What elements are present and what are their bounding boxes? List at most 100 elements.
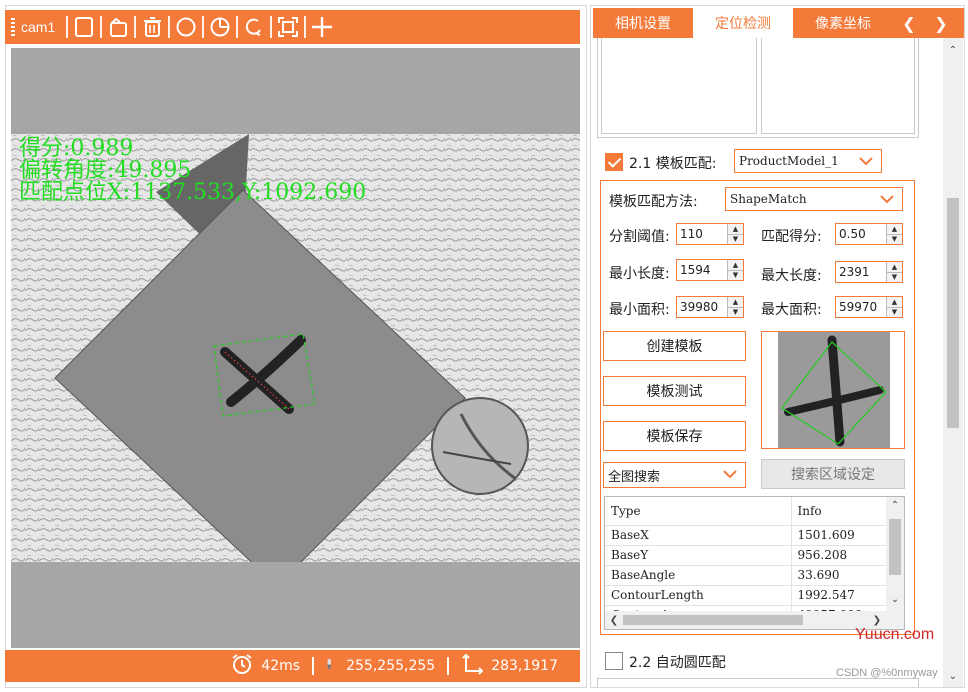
template-info-table: Type Info BaseX 1501.609 BaseY 956.208 Bas… bbox=[604, 496, 905, 630]
trash-icon[interactable] bbox=[139, 14, 165, 40]
stepper-up-icon[interactable]: ▲ bbox=[887, 297, 902, 308]
table-cell-info: 1501.609 bbox=[791, 525, 887, 546]
test-template-button[interactable]: 模板测试 bbox=[603, 376, 746, 406]
min-length-label: 最小长度: bbox=[609, 266, 670, 282]
rotate-reset-icon[interactable] bbox=[241, 14, 267, 40]
camera-name: cam1 bbox=[21, 19, 56, 35]
tab-scroll-right-icon[interactable]: ❯ bbox=[925, 8, 957, 38]
settings-scroll-area: 2.1 模板匹配: ProductModel_1 模板匹配方法: ShapeMa… bbox=[593, 38, 941, 687]
scroll-down-icon[interactable]: ⌄ bbox=[945, 668, 961, 684]
toolbar-separator bbox=[270, 16, 273, 38]
search-mode-select[interactable]: 全图搜索 bbox=[603, 462, 746, 488]
sector-icon[interactable] bbox=[207, 14, 233, 40]
max-length-value: 2391 bbox=[839, 265, 870, 279]
stepper-down-icon[interactable]: ▼ bbox=[728, 270, 743, 280]
stepper-down-icon[interactable]: ▼ bbox=[887, 234, 902, 244]
table-cell-info: 956.208 bbox=[791, 545, 887, 566]
table-header-row: Type Info bbox=[605, 497, 887, 526]
stepper-up-icon[interactable]: ▲ bbox=[728, 260, 743, 271]
circle-match-label: 2.2 自动圆匹配 bbox=[629, 655, 726, 671]
table-header-type: Type bbox=[605, 497, 792, 526]
stepper-down-icon[interactable]: ▼ bbox=[728, 307, 743, 317]
create-template-button[interactable]: 创建模板 bbox=[603, 331, 746, 361]
match-result-overlay: 得分:0.989 偏转角度:49.895 匹配点位X:1137.533,Y:1092… bbox=[19, 138, 366, 204]
settings-vertical-scrollbar[interactable]: ⌃ ⌄ bbox=[943, 38, 963, 687]
table-row[interactable]: BaseAngle 33.690 bbox=[605, 565, 887, 586]
crosshair-icon[interactable] bbox=[309, 14, 335, 40]
chevron-down-icon bbox=[880, 195, 894, 204]
rectangle-icon[interactable] bbox=[71, 14, 97, 40]
rotated-rectangle-icon[interactable] bbox=[105, 14, 131, 40]
match-score-stepper[interactable]: 0.50 ▲ ▼ bbox=[835, 223, 903, 245]
table-cell-type: ContourLength bbox=[605, 585, 792, 606]
model-select[interactable]: ProductModel_1 bbox=[734, 149, 882, 173]
save-template-button[interactable]: 模板保存 bbox=[603, 421, 746, 451]
table-vertical-scrollbar[interactable]: ⌃ ⌄ bbox=[886, 497, 904, 611]
stepper-up-icon[interactable]: ▲ bbox=[887, 224, 902, 235]
toolbar-separator bbox=[304, 16, 307, 38]
toolbar-separator bbox=[134, 16, 137, 38]
scroll-up-icon[interactable]: ⌃ bbox=[887, 497, 903, 513]
tab-camera-settings[interactable]: 相机设置 bbox=[593, 8, 693, 38]
match-score-value: 0.50 bbox=[839, 227, 866, 241]
overlay-angle: 偏转角度:49.895 bbox=[19, 158, 192, 183]
credit-watermark: CSDN @%0nmyway bbox=[836, 667, 938, 679]
chevron-down-icon bbox=[723, 470, 737, 479]
camera-viewport[interactable]: 得分:0.989 偏转角度:49.895 匹配点位X:1137.533,Y:1092… bbox=[11, 48, 580, 648]
table-cell-type: BaseY bbox=[605, 545, 792, 566]
scroll-up-icon[interactable]: ⌃ bbox=[945, 42, 961, 58]
max-area-label: 最大面积: bbox=[761, 302, 822, 318]
max-area-stepper[interactable]: 59970 ▲ ▼ bbox=[835, 296, 903, 318]
min-length-stepper[interactable]: 1594 ▲ ▼ bbox=[676, 259, 744, 281]
stepper-up-icon[interactable]: ▲ bbox=[728, 297, 743, 308]
toolbar-separator bbox=[100, 16, 103, 38]
site-watermark: Yuucn.com bbox=[855, 626, 935, 643]
scroll-down-icon[interactable]: ⌄ bbox=[887, 591, 903, 607]
table-row[interactable]: BaseY 956.208 bbox=[605, 545, 887, 566]
match-score-label: 匹配得分: bbox=[761, 229, 822, 245]
alarm-clock-icon bbox=[231, 653, 253, 679]
grayscale-icon bbox=[326, 653, 338, 679]
max-length-stepper[interactable]: 2391 ▲ ▼ bbox=[835, 261, 903, 283]
circle-match-checkbox[interactable] bbox=[605, 652, 623, 670]
tab-positioning[interactable]: 定位检测 bbox=[693, 8, 793, 38]
tab-scroll-left-icon[interactable]: ❮ bbox=[893, 8, 925, 38]
stepper-down-icon[interactable]: ▼ bbox=[887, 307, 902, 317]
toolbar-grip[interactable] bbox=[11, 18, 15, 36]
method-select-value: ShapeMatch bbox=[730, 192, 807, 206]
search-region-button[interactable]: 搜索区域设定 bbox=[761, 459, 905, 489]
table-header-info: Info bbox=[791, 497, 887, 526]
fit-screen-icon[interactable] bbox=[275, 14, 301, 40]
overlay-score: 得分:0.989 bbox=[19, 136, 134, 161]
stepper-up-icon[interactable]: ▲ bbox=[887, 262, 902, 273]
stepper-down-icon[interactable]: ▼ bbox=[728, 234, 743, 244]
table-vscroll-thumb[interactable] bbox=[889, 519, 901, 575]
toolbar-separator bbox=[202, 16, 205, 38]
method-select[interactable]: ShapeMatch bbox=[725, 187, 903, 211]
template-preview bbox=[761, 331, 905, 449]
status-rgb: 255,255,255 bbox=[346, 658, 436, 674]
camera-status-bar: 42ms 255,255,255 283,1917 bbox=[5, 650, 580, 682]
settings-panel: 相机设置 定位检测 像素坐标 ❮ ❯ 2.1 模板匹配: ProductMode… bbox=[590, 5, 965, 688]
camera-toolbar: cam1 bbox=[5, 10, 580, 44]
scroll-left-icon[interactable]: ❮ bbox=[606, 612, 622, 628]
stepper-down-icon[interactable]: ▼ bbox=[887, 272, 902, 282]
settings-vscroll-thumb[interactable] bbox=[947, 198, 959, 428]
image-slot-1[interactable] bbox=[601, 38, 757, 134]
template-match-label: 2.1 模板匹配: bbox=[629, 156, 717, 172]
min-area-stepper[interactable]: 39980 ▲ ▼ bbox=[676, 296, 744, 318]
threshold-stepper[interactable]: 110 ▲ ▼ bbox=[676, 223, 744, 245]
template-match-checkbox[interactable] bbox=[605, 153, 623, 171]
circle-icon[interactable] bbox=[173, 14, 199, 40]
table-row[interactable]: ContourLength 1992.547 bbox=[605, 585, 887, 606]
table-row[interactable]: BaseX 1501.609 bbox=[605, 525, 887, 546]
chevron-down-icon bbox=[859, 157, 873, 166]
table-cell-info: 1992.547 bbox=[791, 585, 887, 606]
tab-pixel-coords[interactable]: 像素坐标 bbox=[793, 8, 893, 38]
table-hscroll-thumb[interactable] bbox=[623, 615, 803, 625]
stepper-up-icon[interactable]: ▲ bbox=[728, 224, 743, 235]
overlay-point: 匹配点位X:1137.533,Y:1092.690 bbox=[19, 180, 367, 205]
method-label: 模板匹配方法: bbox=[609, 194, 698, 210]
toolbar-separator bbox=[66, 16, 69, 38]
image-slot-2[interactable] bbox=[761, 38, 915, 134]
